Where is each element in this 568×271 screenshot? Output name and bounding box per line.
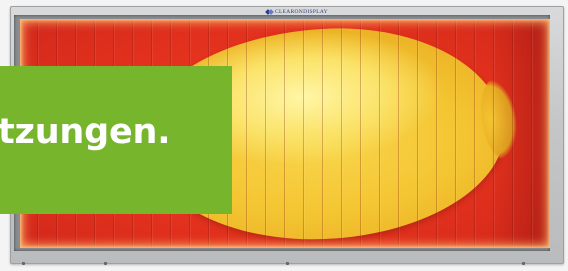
- frame-screw-icon: [104, 262, 107, 265]
- poster-edge-shadow: [490, 19, 550, 248]
- banner-headline: tzungen.: [0, 112, 171, 152]
- green-headline-banner: tzungen.: [0, 66, 232, 214]
- illuminated-display-case-photo: CLEARONDISPLAY tzungen.: [0, 0, 568, 271]
- brand-label: CLEARONDISPLAY: [275, 9, 328, 15]
- frame-screw-icon: [522, 262, 525, 265]
- frame-screw-icon: [22, 262, 25, 265]
- frame-screw-icon: [286, 262, 289, 265]
- brand-plate: CLEARONDISPLAY: [266, 8, 328, 16]
- brand-logo-icon: [266, 9, 273, 15]
